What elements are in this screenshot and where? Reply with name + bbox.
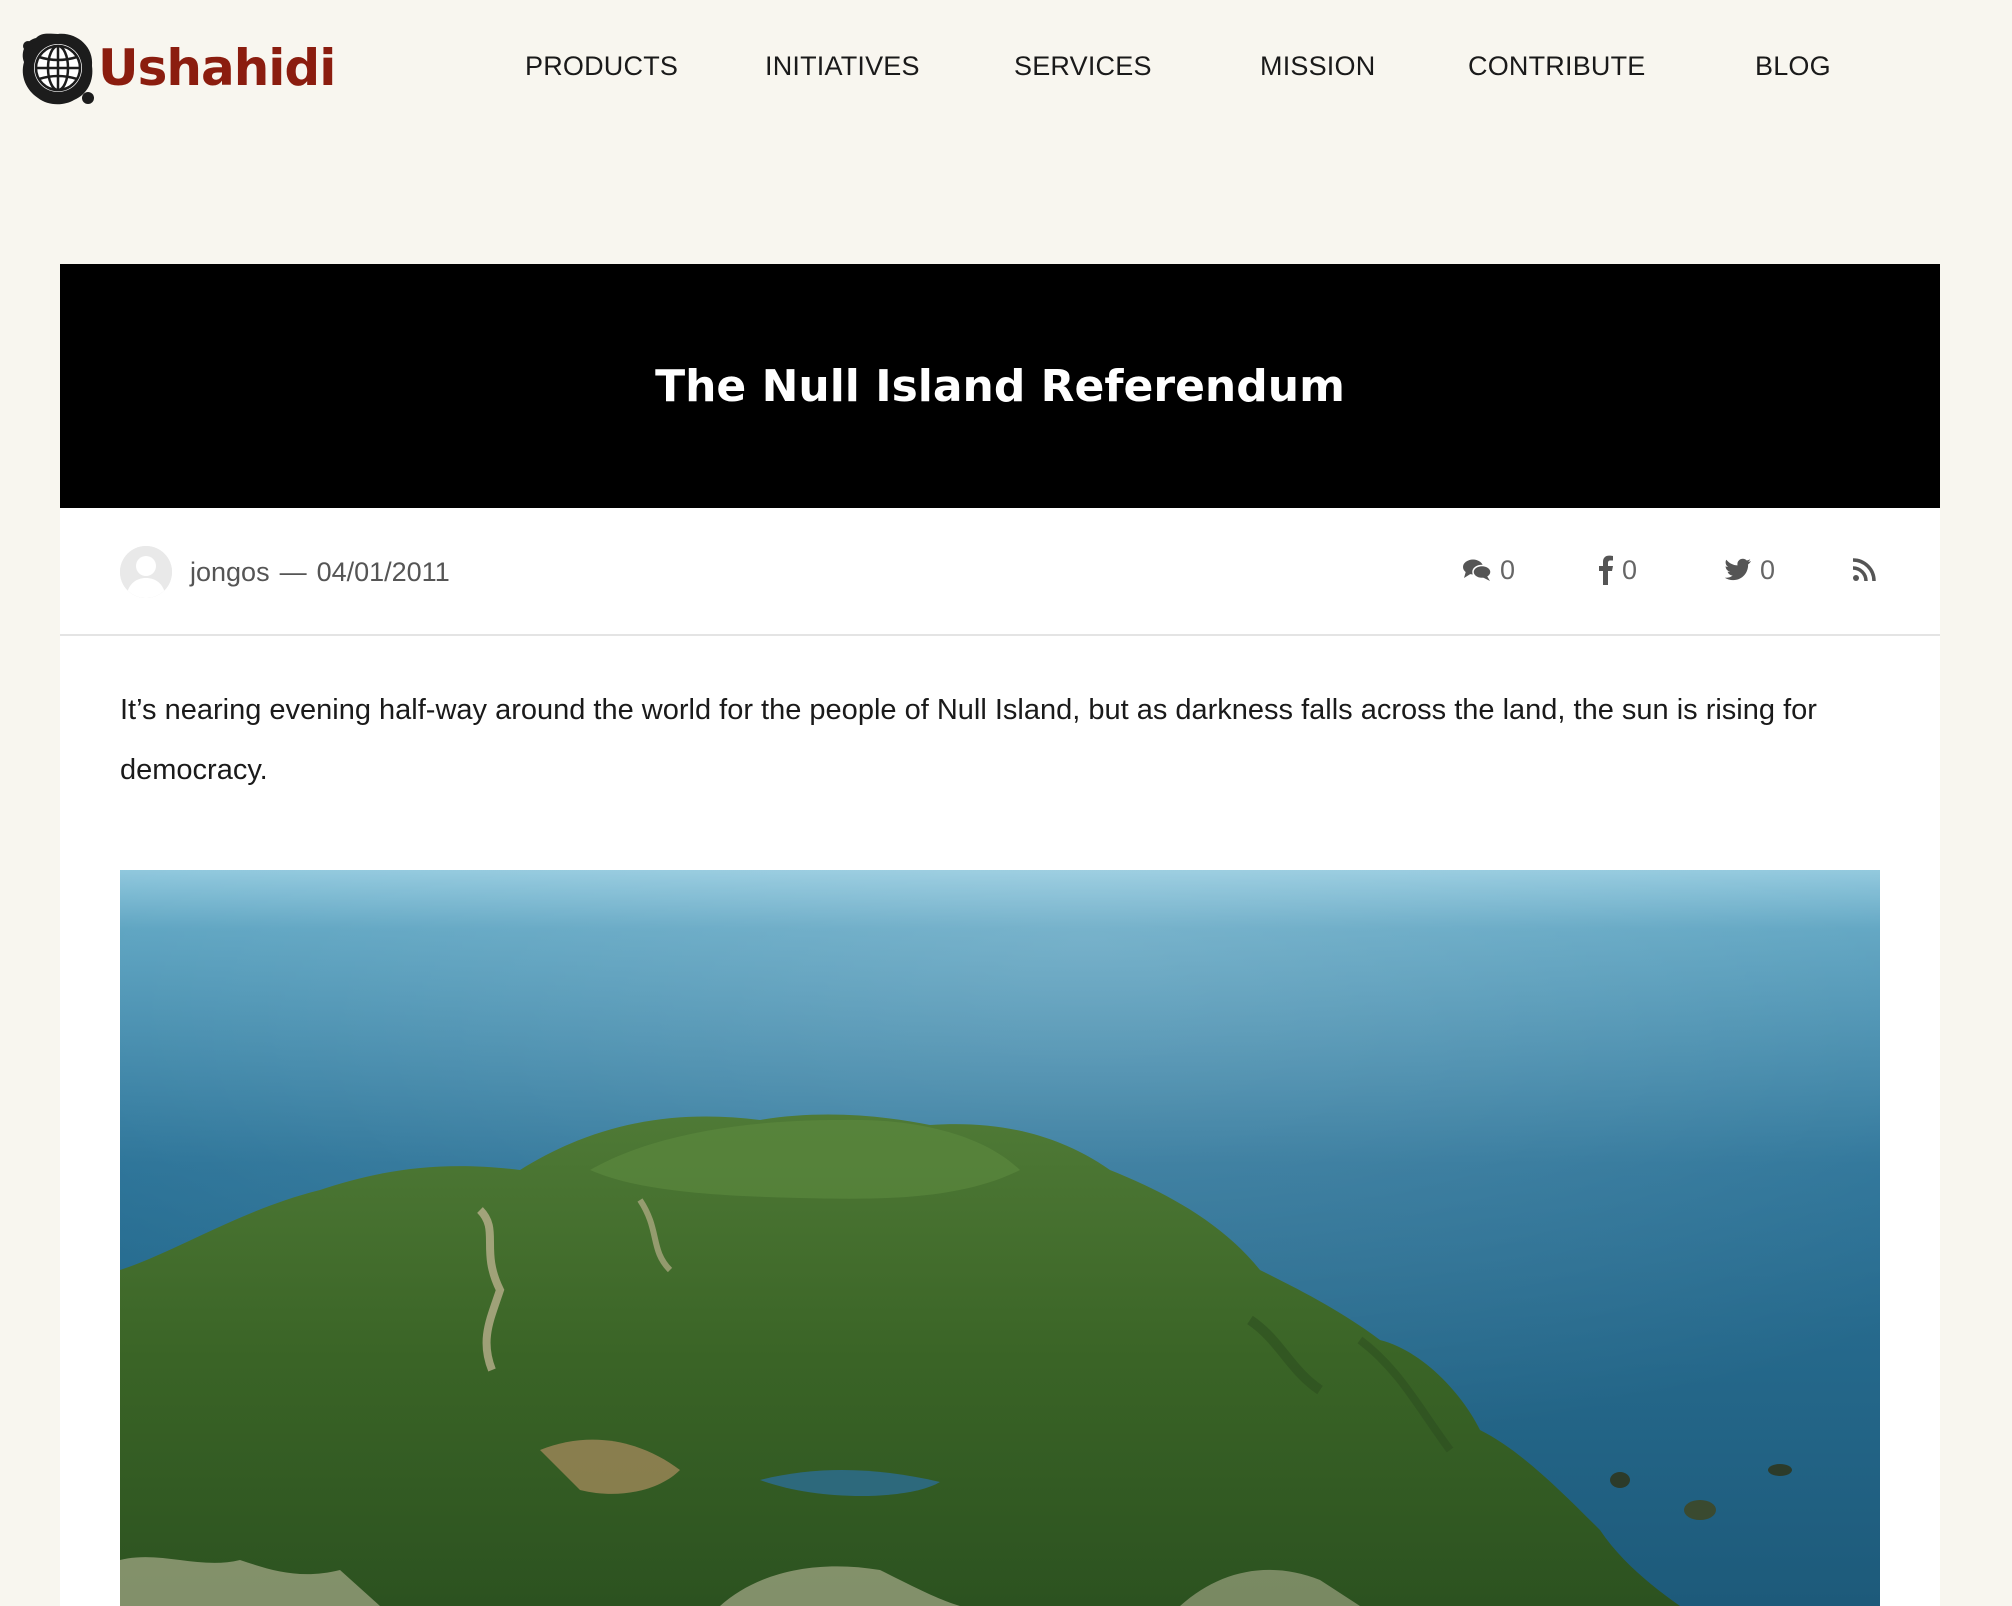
comments-count: 0: [1500, 555, 1516, 585]
post-title-band: The Null Island Referendum: [60, 264, 1940, 508]
post-intro-paragraph: It’s nearing evening half-way around the…: [120, 694, 1817, 786]
nav-item-blog[interactable]: BLOG: [1755, 44, 1831, 88]
facebook-count: 0: [1622, 555, 1638, 585]
twitter-icon: [1724, 558, 1751, 581]
user-avatar-icon: [120, 546, 172, 598]
post-meta-bar: jongos — 04/01/2011 0 0 0: [60, 508, 1940, 636]
nav-item-initiatives[interactable]: INITIATIVES: [765, 44, 920, 88]
rss-button[interactable]: [1852, 548, 1884, 592]
island-aerial-photo-icon: [120, 870, 1880, 1606]
author-link[interactable]: jongos: [190, 557, 270, 587]
byline: jongos — 04/01/2011: [190, 550, 450, 594]
facebook-share-button[interactable]: 0: [1598, 548, 1637, 592]
comments-button[interactable]: 0: [1462, 548, 1515, 592]
post-title: The Null Island Referendum: [655, 360, 1345, 412]
nav-item-contribute[interactable]: CONTRIBUTE: [1468, 44, 1646, 88]
comments-icon: [1463, 559, 1492, 581]
nav-item-mission[interactable]: MISSION: [1260, 44, 1375, 88]
main-nav: PRODUCTS INITIATIVES SERVICES MISSION CO…: [0, 44, 2012, 88]
nav-item-services[interactable]: SERVICES: [1014, 44, 1152, 88]
author-avatar[interactable]: [120, 546, 172, 598]
post-date: 04/01/2011: [316, 557, 450, 587]
twitter-share-button[interactable]: 0: [1724, 548, 1775, 592]
rss-icon: [1852, 558, 1876, 582]
top-navigation-bar: Ushahidi PRODUCTS INITIATIVES SERVICES M…: [0, 0, 2012, 130]
twitter-count: 0: [1760, 555, 1776, 585]
post-card: jongos — 04/01/2011 0 0 0 It’s nearing ev…: [60, 508, 1940, 1606]
nav-item-products[interactable]: PRODUCTS: [525, 44, 678, 88]
byline-separator: —: [279, 557, 307, 587]
island-aerial-photo: [120, 870, 1880, 1606]
facebook-icon: [1599, 555, 1613, 585]
